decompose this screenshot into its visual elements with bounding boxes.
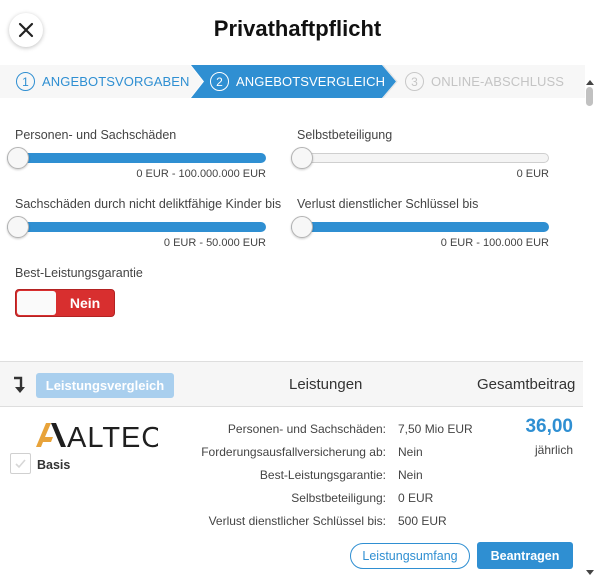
range-schluessel: 0 EUR - 100.000 EUR <box>440 237 549 249</box>
filter-label-personen-sachschaeden: Personen- und Sachschäden <box>15 128 177 142</box>
progress-stepper: 1 ANGEBOTSVORGABEN 2 ANGEBOTSVERGLEICH 3… <box>0 65 585 98</box>
feature-label: Selbstbeteiligung: <box>291 491 386 505</box>
tariff-name: Basis <box>37 458 71 472</box>
feature-label: Best-Leistungsgarantie: <box>259 468 386 482</box>
step-online-abschluss: 3 ONLINE-ABSCHLUSS <box>405 65 564 98</box>
step-number: 2 <box>210 72 229 91</box>
step-number: 1 <box>16 72 35 91</box>
slider-handle[interactable] <box>291 147 313 169</box>
offer-period: jährlich <box>534 443 573 457</box>
leistungsumfang-button[interactable]: Leistungsumfang <box>350 543 470 569</box>
range-personen-sachschaeden: 0 EUR - 100.000.000 EUR <box>136 168 266 180</box>
slider-handle[interactable] <box>7 216 29 238</box>
range-selbstbeteiligung: 0 EUR <box>516 168 549 180</box>
slider-schluessel[interactable] <box>291 215 549 239</box>
feature-value: Nein <box>398 445 423 459</box>
filter-label-kinder: Sachschäden durch nicht deliktfähige Kin… <box>15 197 282 211</box>
step-angebotsvorgaben[interactable]: 1 ANGEBOTSVORGABEN <box>16 65 190 98</box>
filter-label-selbstbeteiligung: Selbstbeteiligung <box>297 128 393 142</box>
feature-label: Verlust dienstlicher Schlüssel bis: <box>208 514 386 528</box>
scrollbar[interactable] <box>585 80 595 577</box>
slider-track[interactable] <box>291 222 549 232</box>
range-kinder: 0 EUR - 50.000 EUR <box>163 237 266 249</box>
step-label: ANGEBOTSVERGLEICH <box>236 74 386 89</box>
beantragen-button[interactable]: Beantragen <box>477 542 573 569</box>
offer-select-checkbox[interactable] <box>10 453 31 474</box>
column-header-leistungen: Leistungen <box>289 376 363 393</box>
step-label: ONLINE-ABSCHLUSS <box>431 74 565 89</box>
modal-header: Privathaftpflicht <box>0 0 595 62</box>
step-number: 3 <box>405 72 424 91</box>
logo-text: ALTEOS <box>67 422 158 449</box>
step-angebotsvergleich[interactable]: 2 ANGEBOTSVERGLEICH <box>210 65 385 98</box>
page-title: Privathaftpflicht <box>213 16 382 41</box>
step-label: ANGEBOTSVORGABEN <box>42 74 190 89</box>
leistungsvergleich-button[interactable]: Leistungsvergleich <box>36 373 174 398</box>
scroll-down-arrow-icon[interactable] <box>586 570 594 575</box>
slider-handle[interactable] <box>291 216 313 238</box>
best-leistungsgarantie-toggle[interactable]: Nein <box>15 289 115 317</box>
feature-label: Forderungsausfallversicherung ab: <box>201 445 386 459</box>
results-header: Leistungsvergleich Leistungen Gesamtbeit… <box>0 362 583 406</box>
column-header-gesamtbeitrag[interactable]: Gesamtbeitrag <box>477 376 575 393</box>
slider-selbstbeteiligung[interactable] <box>291 146 549 170</box>
offer-price: 36,00 <box>525 416 573 437</box>
filter-label-best-leistungsgarantie: Best-Leistungsgarantie <box>15 266 143 280</box>
divider <box>0 406 583 407</box>
scroll-up-arrow-icon[interactable] <box>586 80 594 85</box>
sort-arrow-icon[interactable] <box>11 376 25 394</box>
slider-track[interactable] <box>7 153 266 163</box>
filter-label-schluessel: Verlust dienstlicher Schlüssel bis <box>297 197 479 211</box>
toggle-knob[interactable] <box>17 291 56 315</box>
slider-track[interactable] <box>291 153 549 163</box>
slider-kinder[interactable] <box>7 215 266 239</box>
alteos-logo: ALTEOS <box>36 422 158 449</box>
feature-value: Nein <box>398 468 423 482</box>
feature-value: 500 EUR <box>398 514 447 528</box>
feature-label: Personen- und Sachschäden: <box>227 422 386 436</box>
slider-handle[interactable] <box>7 147 29 169</box>
check-icon <box>15 459 26 469</box>
scroll-thumb[interactable] <box>586 87 593 106</box>
toggle-value: Nein <box>69 295 101 311</box>
slider-track[interactable] <box>7 222 266 232</box>
feature-value: 7,50 Mio EUR <box>398 422 473 436</box>
slider-personen-sachschaeden[interactable] <box>7 146 266 170</box>
feature-value: 0 EUR <box>398 491 434 505</box>
